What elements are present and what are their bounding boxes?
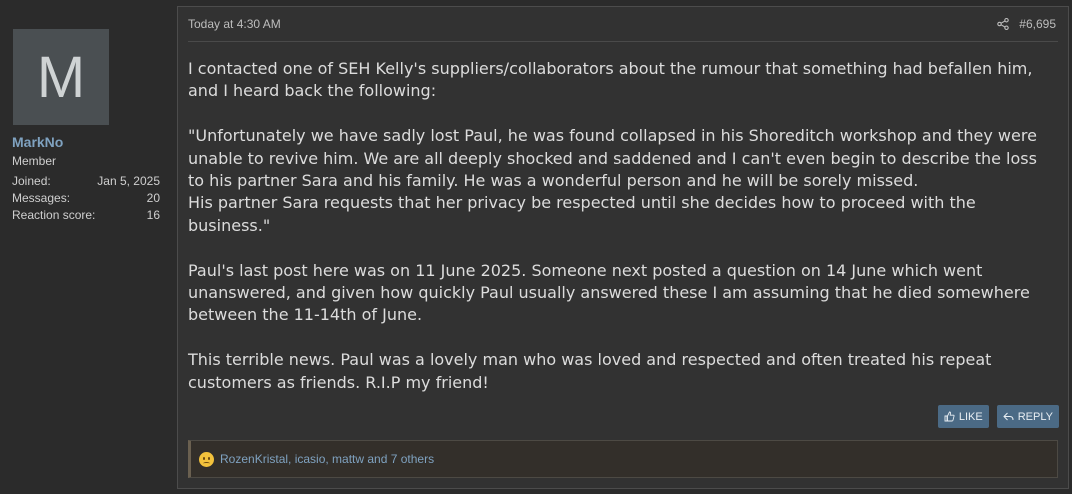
post-paragraph: This terrible news. Paul was a lovely ma…: [188, 350, 992, 392]
post-paragraph: "Unfortunately we have sadly lost Paul, …: [188, 126, 1037, 235]
avatar[interactable]: M: [13, 29, 109, 125]
thumbs-up-icon: [944, 411, 955, 422]
user-title: Member: [12, 154, 57, 168]
post-number-link[interactable]: #6,695: [1019, 17, 1056, 31]
share-icon[interactable]: [997, 17, 1010, 31]
post-container: Today at 4:30 AM #6,695 I contacted one …: [177, 6, 1069, 489]
reply-label: REPLY: [1017, 410, 1053, 423]
user-stats: Joined: Jan 5, 2025 Messages: 20 Reactio…: [12, 173, 160, 224]
post-paragraph: Paul's last post here was on 11 June 202…: [188, 260, 1030, 325]
reply-button[interactable]: REPLY: [996, 405, 1059, 428]
reactions-bar: RozenKristal, icasio, mattw and 7 others: [188, 440, 1058, 478]
post-paragraph: I contacted one of SEH Kelly's suppliers…: [188, 59, 1033, 101]
post-header-actions: #6,695: [997, 17, 1056, 31]
stat-joined: Joined: Jan 5, 2025: [12, 173, 160, 190]
post-actions: LIKE REPLY: [937, 405, 1059, 428]
username-link[interactable]: MarkNo: [12, 134, 63, 150]
stat-label: Messages:: [12, 191, 71, 205]
post-body: I contacted one of SEH Kelly's suppliers…: [188, 58, 1058, 416]
stat-label: Joined:: [12, 174, 51, 188]
stat-value: 16: [146, 208, 160, 222]
like-button[interactable]: LIKE: [937, 405, 989, 428]
user-sidebar: M MarkNo Member Joined: Jan 5, 2025 Mess…: [0, 0, 172, 494]
divider: [188, 41, 1058, 42]
reactions-list-link[interactable]: RozenKristal, icasio, mattw and 7 others: [220, 452, 434, 466]
like-label: LIKE: [958, 410, 983, 423]
stat-reaction-score: Reaction score: 16: [12, 207, 160, 224]
stat-messages: Messages: 20: [12, 190, 160, 207]
reply-icon: [1003, 412, 1014, 421]
sad-face-icon: [199, 451, 214, 467]
stat-label: Reaction score:: [12, 208, 96, 222]
post-date-link[interactable]: Today at 4:30 AM: [188, 17, 281, 31]
stat-value: Jan 5, 2025: [97, 174, 160, 188]
stat-value: 20: [146, 191, 160, 205]
